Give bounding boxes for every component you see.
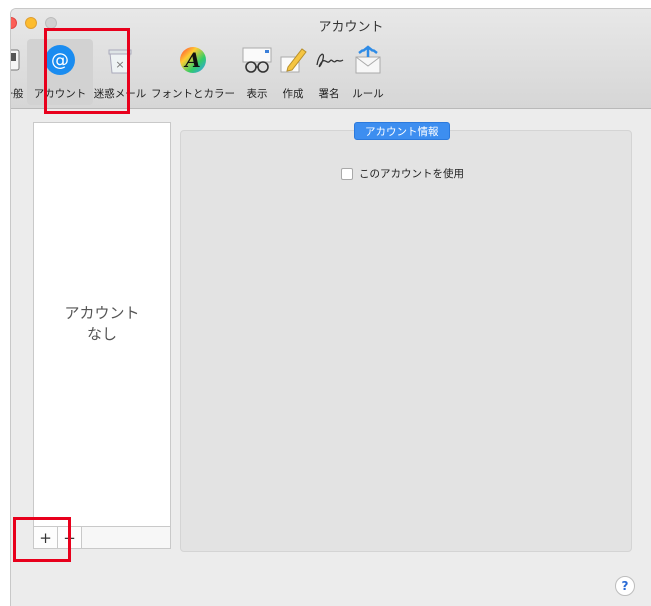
tab-composing-label: 作成	[282, 88, 304, 100]
use-account-row[interactable]: このアカウントを使用	[341, 166, 464, 181]
tab-composing[interactable]: 作成	[275, 39, 311, 105]
tab-signatures-label: 署名	[318, 88, 340, 100]
account-detail-panel	[180, 130, 632, 552]
highlight-add-account	[13, 517, 71, 562]
signature-icon	[312, 43, 346, 77]
account-list[interactable]: アカウント なし	[33, 122, 171, 527]
glasses-icon	[240, 43, 274, 77]
no-accounts-line1: アカウント	[64, 304, 140, 322]
highlight-accounts-tab	[44, 28, 130, 114]
tab-rules[interactable]: ルール	[347, 39, 389, 105]
tab-rules-label: ルール	[352, 88, 384, 100]
tab-fonts-colors-label: フォントとカラー	[151, 88, 235, 100]
use-account-label: このアカウントを使用	[359, 168, 464, 180]
rules-envelope-icon	[351, 43, 385, 77]
tab-signatures[interactable]: 署名	[311, 39, 347, 105]
tab-account-information[interactable]: アカウント情報	[354, 122, 450, 140]
svg-text:A: A	[183, 48, 201, 72]
tab-general[interactable]: 一般	[11, 39, 27, 105]
no-accounts-line2: なし	[86, 325, 117, 343]
accounts-pane: アカウント なし + − アカウント情報 このアカウントを使用 ?	[11, 110, 651, 606]
help-button[interactable]: ?	[615, 576, 635, 596]
no-accounts-message: アカウント なし	[34, 303, 170, 345]
tab-fonts-colors[interactable]: A フォントとカラー	[147, 39, 239, 105]
list-controls-spacer	[82, 527, 170, 548]
tab-general-label: 一般	[11, 88, 24, 100]
tab-viewing-label: 表示	[246, 88, 268, 100]
use-account-checkbox[interactable]	[341, 167, 353, 180]
pencil-icon	[276, 43, 310, 77]
tab-viewing[interactable]: 表示	[239, 39, 275, 105]
font-color-icon: A	[176, 43, 210, 77]
